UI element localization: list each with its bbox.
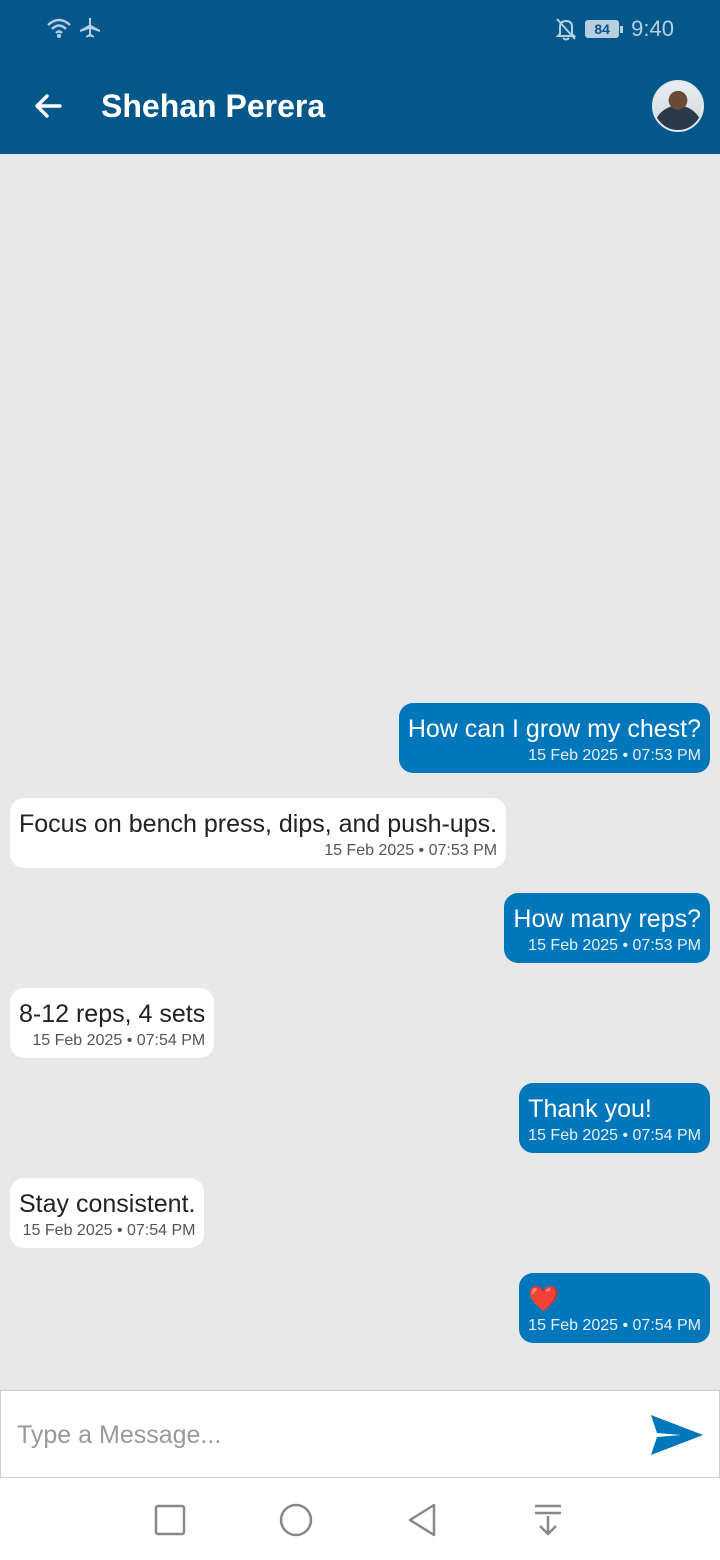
message-bubble-outgoing[interactable]: Thank you! 15 Feb 2025 • 07:54 PM xyxy=(519,1083,710,1153)
system-nav-bar xyxy=(0,1478,720,1560)
message-timestamp: 15 Feb 2025 • 07:54 PM xyxy=(22,1222,196,1239)
message-timestamp: 15 Feb 2025 • 07:53 PM xyxy=(324,842,498,859)
airplane-icon xyxy=(80,18,100,38)
battery-icon: 84 xyxy=(585,20,624,38)
message-list[interactable]: How can I grow my chest? 15 Feb 2025 • 0… xyxy=(0,154,720,1390)
message-bubble-incoming[interactable]: Focus on bench press, dips, and push-ups… xyxy=(10,798,507,868)
message-text: How can I grow my chest? xyxy=(407,715,701,743)
bell-off-icon xyxy=(555,18,577,41)
app-bar: Shehan Perera xyxy=(0,60,720,154)
arrow-back-icon[interactable] xyxy=(28,86,68,126)
message-bubble-outgoing[interactable]: ❤️ 15 Feb 2025 • 07:54 PM xyxy=(519,1273,710,1343)
recent-apps-icon[interactable] xyxy=(150,1500,190,1540)
status-bar: 84 9:40 xyxy=(0,0,720,60)
notification-pull-icon[interactable] xyxy=(528,1500,568,1540)
back-icon[interactable] xyxy=(402,1500,442,1540)
status-right-icons: 84 9:40 xyxy=(555,16,674,42)
message-timestamp: 15 Feb 2025 • 07:54 PM xyxy=(528,1127,701,1144)
message-bubble-outgoing[interactable]: How can I grow my chest? 15 Feb 2025 • 0… xyxy=(398,703,710,773)
message-text: Stay consistent. xyxy=(19,1190,196,1218)
message-timestamp: 15 Feb 2025 • 07:53 PM xyxy=(528,747,701,764)
clock: 9:40 xyxy=(631,16,674,41)
message-bubble-incoming[interactable]: 8-12 reps, 4 sets 15 Feb 2025 • 07:54 PM xyxy=(10,988,215,1058)
message-timestamp: 15 Feb 2025 • 07:54 PM xyxy=(528,1317,701,1334)
message-text: Thank you! xyxy=(528,1095,652,1123)
message-text: Focus on bench press, dips, and push-ups… xyxy=(19,810,498,838)
page-title: Shehan Perera xyxy=(101,88,326,124)
message-bubble-incoming[interactable]: Stay consistent. 15 Feb 2025 • 07:54 PM xyxy=(10,1178,205,1248)
heart-emoji: ❤️ xyxy=(528,1285,560,1313)
message-timestamp: 15 Feb 2025 • 07:53 PM xyxy=(528,937,701,954)
status-left-icons xyxy=(46,16,102,40)
home-icon[interactable] xyxy=(276,1500,316,1540)
message-text: How many reps? xyxy=(513,905,701,933)
send-icon[interactable] xyxy=(649,1411,705,1459)
wifi-icon xyxy=(47,18,71,38)
message-text: 8-12 reps, 4 sets xyxy=(19,1000,206,1028)
message-composer xyxy=(0,1390,720,1478)
message-bubble-outgoing[interactable]: How many reps? 15 Feb 2025 • 07:53 PM xyxy=(504,893,710,963)
avatar[interactable] xyxy=(652,80,704,132)
message-input[interactable] xyxy=(17,1413,617,1457)
message-timestamp: 15 Feb 2025 • 07:54 PM xyxy=(32,1032,206,1049)
